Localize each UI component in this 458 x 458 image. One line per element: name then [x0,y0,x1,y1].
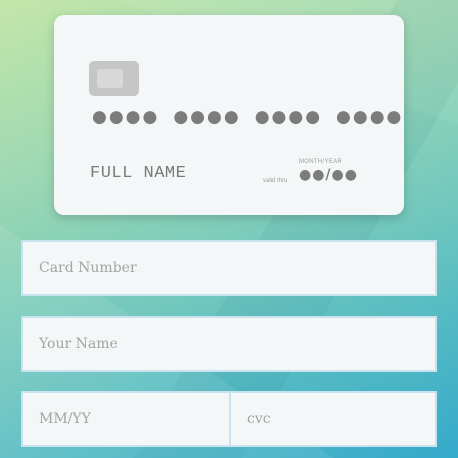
card-number-group: ●●●● [92,107,160,127]
expiry-input[interactable] [21,391,231,447]
card-number-group: ●●●● [336,107,404,127]
chip-icon [89,61,139,96]
expiry-label: MONTH/YEAR [299,159,343,165]
valid-thru-label: valid thru [263,178,288,184]
card-number-input[interactable] [21,240,437,296]
card-holder-name: FULL NAME [90,164,187,183]
card-number-group: ●●●● [173,107,241,127]
card-number-group: ●●●● [254,107,323,127]
credit-card-preview: ●●●● ●●●● ●●●● ●●●● FULL NAME MONTH/YEAR va… [54,15,404,215]
cvc-input[interactable] [229,391,437,447]
card-number-display: ●●●● ●●●● ●●●● ●●●● [92,107,417,127]
name-input[interactable] [21,316,437,372]
expiry-display: ●●/●● [299,167,358,183]
